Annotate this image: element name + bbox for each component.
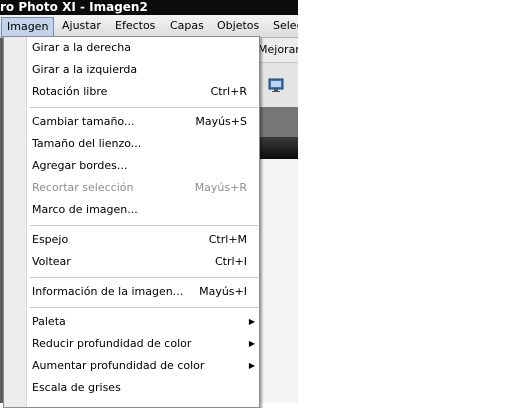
shortcut-label: Ctrl+M bbox=[208, 233, 247, 246]
menu-item-crop-selection: Recortar selección Mayús+R bbox=[4, 177, 259, 199]
enhance-photo-button[interactable]: Mejorar f bbox=[258, 43, 298, 56]
title-bar: ro Photo XI - Imagen2 bbox=[0, 0, 298, 15]
menu-item-image-info[interactable]: Información de la imagen... Mayús+I bbox=[4, 281, 259, 303]
shortcut-label: Mayús+S bbox=[195, 115, 247, 128]
menu-seleccion[interactable]: Selec bbox=[273, 19, 298, 33]
menu-item-flip[interactable]: Voltear Ctrl+I bbox=[4, 251, 259, 273]
menu-efectos[interactable]: Efectos bbox=[115, 19, 155, 33]
menu-item-free-rotate[interactable]: Rotación libre Ctrl+R bbox=[4, 81, 259, 103]
menu-item-canvas-size[interactable]: Tamaño del lienzo... bbox=[4, 133, 259, 155]
toolbar-enhance: Mejorar f bbox=[258, 38, 298, 63]
document-tab-bar bbox=[258, 137, 298, 159]
palette-bar bbox=[258, 107, 298, 137]
menu-separator bbox=[30, 225, 258, 226]
workspace-canvas bbox=[258, 159, 298, 403]
menu-separator bbox=[30, 277, 258, 278]
menu-imagen[interactable]: Imagen bbox=[1, 17, 55, 37]
submenu-arrow-icon: ▶ bbox=[248, 339, 255, 348]
menu-separator bbox=[30, 307, 258, 308]
menu-item-mirror[interactable]: Espejo Ctrl+M bbox=[4, 229, 259, 251]
monitor-icon[interactable] bbox=[268, 77, 284, 93]
shortcut-label: Ctrl+I bbox=[214, 255, 247, 268]
imagen-dropdown-menu: Girar a la derecha Girar a la izquierda … bbox=[3, 36, 260, 408]
shortcut-label: Ctrl+R bbox=[210, 85, 247, 98]
menu-item-rotate-left[interactable]: Girar a la izquierda bbox=[4, 59, 259, 81]
menu-objetos[interactable]: Objetos bbox=[217, 19, 259, 33]
shortcut-label: Mayús+I bbox=[199, 285, 247, 298]
menu-item-increase-color-depth[interactable]: Aumentar profundidad de color ▶ bbox=[4, 355, 259, 377]
menu-item-resize[interactable]: Cambiar tamaño... Mayús+S bbox=[4, 111, 259, 133]
submenu-arrow-icon: ▶ bbox=[248, 317, 255, 326]
menu-item-palette[interactable]: Paleta ▶ bbox=[4, 311, 259, 333]
tool-options-bar bbox=[258, 63, 298, 107]
menu-item-decrease-color-depth[interactable]: Reducir profundidad de color ▶ bbox=[4, 333, 259, 355]
menu-separator bbox=[30, 107, 258, 108]
menu-ajustar[interactable]: Ajustar bbox=[62, 19, 101, 33]
menu-bar: Imagen Ajustar Efectos Capas Objetos Sel… bbox=[0, 15, 298, 38]
menu-capas[interactable]: Capas bbox=[170, 19, 204, 33]
menu-item-grayscale[interactable]: Escala de grises bbox=[4, 377, 259, 399]
menu-item-picture-frame[interactable]: Marco de imagen... bbox=[4, 199, 259, 221]
menu-item-rotate-right[interactable]: Girar a la derecha bbox=[4, 37, 259, 59]
window-title: ro Photo XI - Imagen2 bbox=[0, 0, 148, 14]
menu-item-add-borders[interactable]: Agregar bordes... bbox=[4, 155, 259, 177]
submenu-arrow-icon: ▶ bbox=[248, 361, 255, 370]
shortcut-label: Mayús+R bbox=[194, 181, 247, 194]
